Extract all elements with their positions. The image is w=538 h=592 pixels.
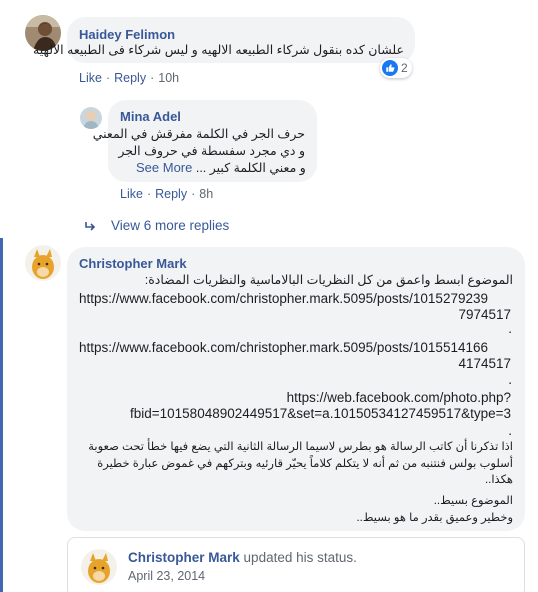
- shared-post-header: Christopher Mark updated his status.: [128, 550, 357, 565]
- main-comment-link-1a[interactable]: https://www.facebook.com/christopher.mar…: [79, 290, 488, 307]
- main-comment-para-5: وخطير وعميق بقدر ما هو بسيط..: [356, 512, 513, 524]
- main-comment-intro: الموضوع ابسط واعمق من كل النظريات البالا…: [144, 273, 513, 287]
- main-comment-link-2b[interactable]: 4174517: [458, 355, 511, 372]
- thread-highlight-bar: [0, 238, 3, 592]
- main-comment-para-2: أسلوب بولس فنتنبه من ثم أنه لا يتكلم كلا…: [97, 458, 513, 470]
- shared-post-date[interactable]: April 23, 2014: [128, 569, 205, 583]
- comment-actions-haidey: Like · Reply · 10h: [79, 71, 180, 85]
- main-comment-sep-2: .: [508, 372, 512, 387]
- reply-line-2: و دي مجرد سفسطة في حروف الجر: [118, 144, 305, 158]
- reply-like-link[interactable]: Like: [120, 187, 143, 201]
- main-comment-link-3b[interactable]: fbid=10158048902449517&set=a.10150534127…: [130, 405, 511, 422]
- reply-line-1: حرف الجر في الكلمة مفرقش في المعني: [92, 127, 305, 141]
- main-comment-para-4: الموضوع بسيط..: [433, 495, 513, 507]
- view-more-replies-link[interactable]: View 6 more replies: [111, 218, 229, 233]
- reply-arrow-icon: [85, 219, 97, 237]
- reaction-count-pill[interactable]: 2: [380, 58, 412, 78]
- avatar-christopher[interactable]: [25, 245, 61, 281]
- shared-post-author[interactable]: Christopher Mark: [128, 550, 240, 565]
- reply-line-3-row: See More ... و معني الكلمة كبير: [136, 159, 306, 177]
- reaction-count: 2: [401, 61, 408, 75]
- comment-text-haidey: علشان كده بنقول شركاء الطبيعه الالهيه و …: [33, 43, 404, 57]
- main-comment-para-3: هكذا..: [484, 474, 513, 486]
- comment-time: 10h: [158, 71, 180, 85]
- main-comment-link-1b[interactable]: 7974517: [458, 306, 511, 323]
- main-comment-link-2a[interactable]: https://www.facebook.com/christopher.mar…: [79, 339, 488, 356]
- main-comment-para-1: اذا تذكرنا أن كاتب الرسالة هو بطرس لاسيم…: [88, 441, 513, 453]
- comment-author-haidey[interactable]: Haidey Felimon: [79, 27, 175, 42]
- like-link[interactable]: Like: [79, 71, 102, 85]
- like-reaction-icon: [382, 60, 398, 76]
- reply-line-3: و معني الكلمة كبير: [209, 161, 306, 175]
- see-more-link[interactable]: See More: [136, 160, 192, 175]
- reply-actions-mina: Like · Reply · 8h: [120, 187, 214, 201]
- main-comment-sep-1: .: [508, 321, 512, 336]
- main-comment-link-3a[interactable]: https://web.facebook.com/photo.php?: [287, 389, 511, 406]
- see-more-ellipsis: ...: [195, 161, 207, 175]
- shared-post-action: updated his status.: [243, 550, 357, 565]
- avatar-christopher-image: [25, 245, 61, 281]
- reply-reply-link[interactable]: Reply: [155, 187, 187, 201]
- main-comment-author[interactable]: Christopher Mark: [79, 256, 187, 271]
- reply-time: 8h: [199, 187, 214, 201]
- shared-post-avatar[interactable]: [81, 549, 117, 585]
- reply-link[interactable]: Reply: [114, 71, 146, 85]
- reply-author-mina[interactable]: Mina Adel: [120, 109, 181, 124]
- main-comment-sep-3: .: [508, 423, 512, 438]
- shared-post-avatar-image: [81, 549, 117, 585]
